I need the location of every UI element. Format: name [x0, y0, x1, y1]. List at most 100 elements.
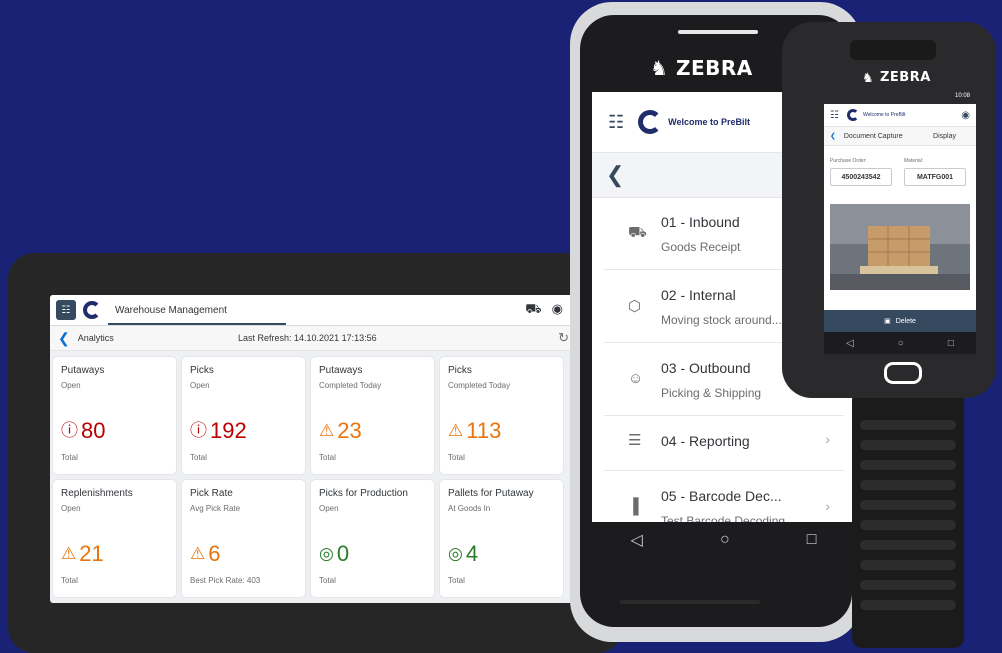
display-button[interactable]: Display	[933, 133, 956, 140]
po-label: Purchase Order:	[830, 158, 867, 164]
grip-ridge	[860, 440, 956, 450]
tile-title: Putaways	[319, 365, 363, 376]
tablet-app-header: ☷ Warehouse Management ⛟ ◉	[50, 295, 573, 326]
tile-subtitle: Avg Pick Rate	[190, 504, 241, 513]
tablet-subheader: ❮ Analytics Last Refresh: 14.10.2021 17:…	[50, 326, 573, 351]
warning-icon: ⚠	[190, 544, 206, 563]
image-icon: ▣	[884, 318, 891, 325]
android-nav-bar: ◁ ○ □	[592, 522, 855, 558]
kpi-tile[interactable]: Picks for Production Open ◎ 0 Total	[311, 480, 434, 597]
nav-recents-icon[interactable]: □	[807, 531, 817, 549]
material-label: Material:	[904, 158, 924, 164]
menu-item-title: 02 - Internal	[661, 287, 736, 303]
kpi-tile[interactable]: Putaways Completed Today ⚠ 23 Total	[311, 357, 434, 474]
kpi-tile[interactable]: Putaways Open ⓘ 80 Total	[53, 357, 176, 474]
alert-circle-icon: ⓘ	[190, 421, 207, 440]
tile-footer: Total	[190, 453, 207, 462]
tile-value-row: ⓘ 192	[190, 419, 247, 443]
barcode-icon: ▐	[628, 498, 639, 515]
tile-title: Picks for Production	[319, 488, 408, 499]
tile-value-row: ⚠ 113	[448, 419, 501, 443]
tile-value: 4	[465, 541, 479, 566]
tile-title: Pallets for Putaway	[448, 488, 534, 499]
nav-home-icon[interactable]: ○	[720, 531, 730, 549]
grip-ridge	[860, 420, 956, 430]
nav-back-icon[interactable]: ◁	[846, 338, 854, 349]
kpi-tile[interactable]: Picks Completed Today ⚠ 113 Total	[440, 357, 563, 474]
menu-item[interactable]: ☰ 04 - Reporting ›	[604, 415, 844, 471]
kpi-tile[interactable]: Replenishments Open ⚠ 21 Total	[53, 480, 176, 597]
tile-subtitle: Completed Today	[448, 381, 511, 390]
user-profile-icon[interactable]: ◉	[552, 301, 563, 319]
back-icon[interactable]: ❮	[606, 162, 624, 188]
speaker-grille	[678, 30, 758, 34]
grip-ridge	[860, 560, 956, 570]
last-refresh-text: Last Refresh: 14.10.2021 17:13:56	[238, 333, 377, 343]
tile-value: 113	[466, 418, 502, 443]
tile-footer: Total	[319, 576, 336, 585]
app-title-underline	[108, 323, 286, 325]
kpi-tile[interactable]: Pick Rate Avg Pick Rate ⚠ 6 Best Pick Rate: …	[182, 480, 305, 597]
prebilt-logo	[638, 110, 663, 134]
scan-trigger-button[interactable]	[884, 362, 922, 384]
back-icon[interactable]: ❮	[58, 330, 70, 347]
chevron-right-icon: ›	[825, 431, 830, 447]
tile-subtitle: Open	[61, 381, 81, 390]
truck-icon: ⛟	[628, 224, 647, 241]
app-title: Welcome to PreBilt	[862, 112, 906, 118]
tile-value: 6	[208, 541, 221, 566]
app-launcher-icon[interactable]: ☷	[56, 300, 76, 320]
user-profile-icon[interactable]: ◉	[961, 110, 970, 121]
tile-value-row: ⓘ 80	[61, 419, 105, 443]
tile-footer: Total	[61, 576, 78, 585]
delete-button[interactable]: ▣ Delete	[824, 310, 976, 332]
tile-value: 192	[210, 418, 247, 443]
material-field[interactable]: MATFG001	[904, 168, 966, 186]
grip-ridge	[860, 500, 956, 510]
kpi-tile[interactable]: Picks Open ⓘ 192 Total	[182, 357, 305, 474]
zebra-head-icon: ♞	[650, 58, 668, 80]
tile-value-row: ◎ 0	[319, 542, 349, 566]
prebilt-logo	[83, 301, 101, 319]
zebra-brand-logo-small: ZEBRA	[880, 70, 931, 85]
menu-item[interactable]: ▐ 05 - Barcode Dec... Test Barcode Decodin…	[604, 470, 844, 522]
tile-title: Picks	[448, 365, 472, 376]
scanner-window	[850, 40, 936, 60]
menu-item-title: 04 - Reporting	[661, 433, 750, 449]
person-box-icon: ☺	[628, 370, 644, 387]
app-launcher-icon[interactable]: ☷	[830, 110, 839, 121]
tile-subtitle: Open	[319, 504, 339, 513]
app-launcher-icon[interactable]: ☷	[608, 113, 624, 131]
menu-item-title: 05 - Barcode Dec...	[661, 488, 782, 504]
kpi-tile[interactable]: Pallets for Putaway At Goods In ◎ 4 Total	[440, 480, 563, 597]
app-title[interactable]: Warehouse Management	[115, 305, 227, 316]
forklift-icon[interactable]: ⛟	[525, 301, 541, 319]
tile-title: Putaways	[61, 365, 105, 376]
tile-value-row: ⚠ 23	[319, 419, 362, 443]
zebra-brand-logo: ZEBRA	[676, 56, 753, 80]
box-icon: ⬡	[628, 298, 642, 315]
tile-subtitle: Completed Today	[319, 381, 382, 390]
tile-footer: Best Pick Rate: 403	[190, 576, 261, 585]
refresh-icon[interactable]: ↻	[558, 330, 569, 346]
app-title: Welcome to PreBilt	[668, 117, 750, 127]
scanner-app-header: ☷ Welcome to PreBilt ◉	[824, 104, 976, 127]
warning-icon: ⚠	[319, 421, 335, 440]
delete-label: Delete	[895, 317, 916, 325]
back-icon[interactable]: ❮	[830, 132, 836, 140]
chevron-right-icon: ›	[825, 498, 830, 514]
grip-ridge	[860, 540, 956, 550]
nav-recents-icon[interactable]: □	[948, 338, 954, 349]
nav-back-icon[interactable]: ◁	[631, 530, 643, 550]
grip-ridge	[860, 600, 956, 610]
tile-title: Pick Rate	[190, 488, 233, 499]
po-field[interactable]: 4500243542	[830, 168, 892, 186]
page-title: Analytics	[77, 333, 114, 343]
tile-footer: Total	[448, 576, 465, 585]
tile-title: Picks	[190, 365, 214, 376]
nav-home-icon[interactable]: ○	[898, 338, 904, 349]
page-title: Document Capture	[843, 132, 903, 140]
tile-subtitle: At Goods In	[448, 504, 491, 513]
tablet-screen: ☷ Warehouse Management ⛟ ◉ ❮ Analytics L…	[50, 295, 573, 603]
tile-subtitle: Open	[190, 381, 210, 390]
